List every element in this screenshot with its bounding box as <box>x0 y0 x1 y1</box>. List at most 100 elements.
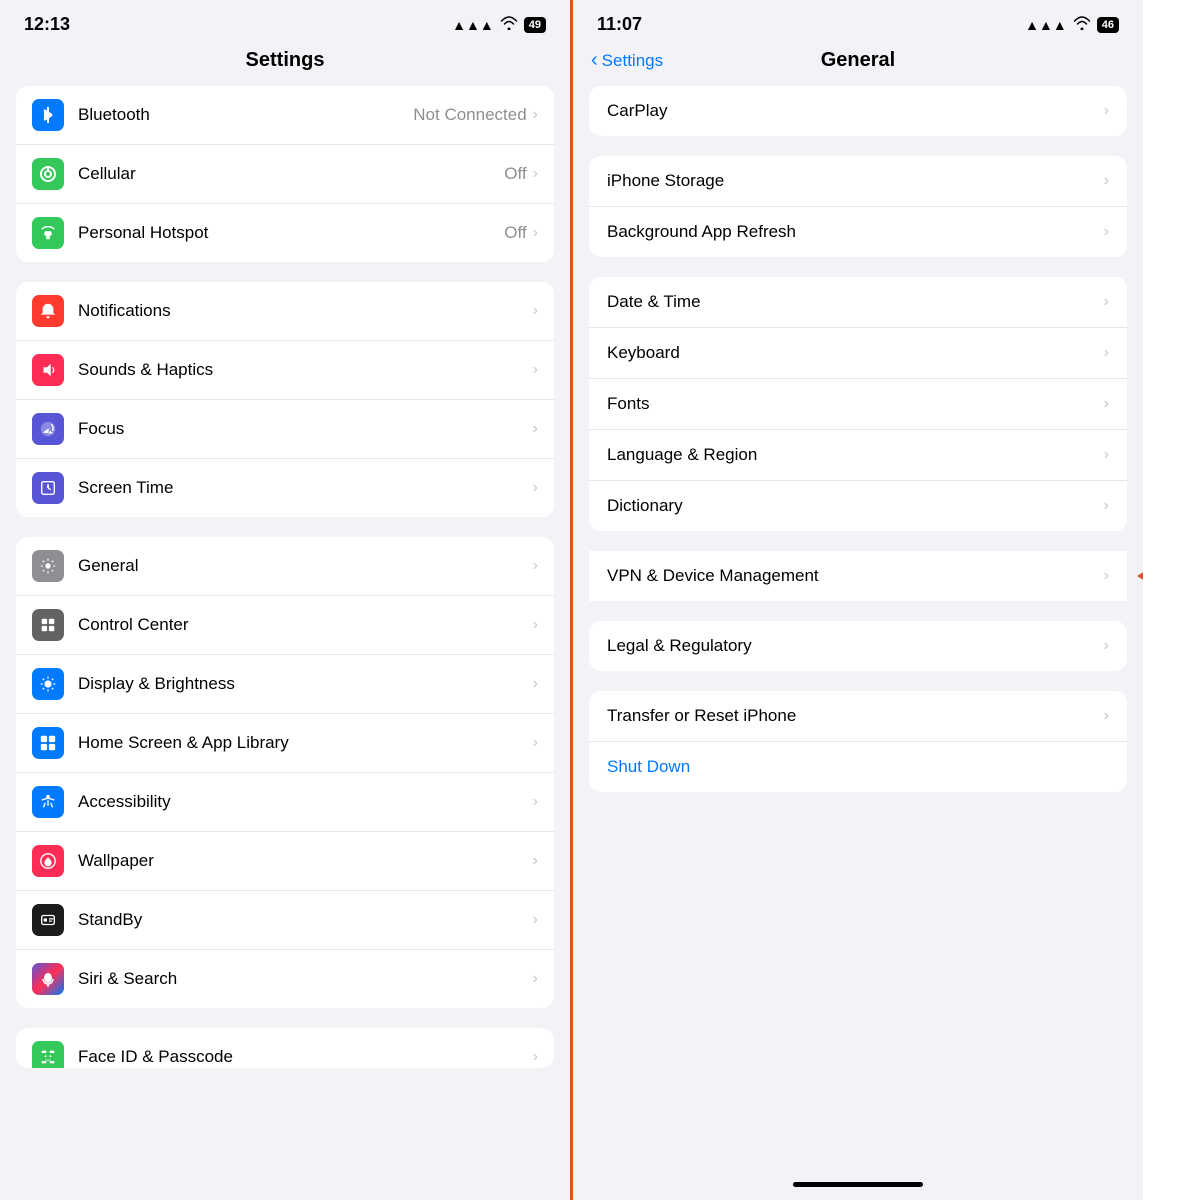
legal-row[interactable]: Legal & Regulatory › <box>589 621 1127 671</box>
locale-card: Date & Time › Keyboard › Fonts › Languag… <box>589 277 1127 531</box>
display-chevron: › <box>533 675 538 693</box>
siri-label: Siri & Search <box>78 969 533 989</box>
siri-row[interactable]: Siri & Search › <box>16 950 554 1008</box>
left-time: 12:13 <box>24 14 70 35</box>
datetime-row[interactable]: Date & Time › <box>589 277 1127 328</box>
back-chevron-icon: ‹ <box>591 49 598 72</box>
locale-group: Date & Time › Keyboard › Fonts › Languag… <box>589 277 1127 531</box>
storage-card: iPhone Storage › Background App Refresh … <box>589 156 1127 257</box>
carplay-label: CarPlay <box>607 101 1104 121</box>
accessibility-icon <box>32 786 64 818</box>
standby-icon <box>32 904 64 936</box>
storage-group: iPhone Storage › Background App Refresh … <box>589 156 1127 257</box>
vpn-card: VPN & Device Management › <box>589 551 1127 601</box>
screentime-label: Screen Time <box>78 478 533 498</box>
standby-chevron: › <box>533 911 538 929</box>
bluetooth-chevron: › <box>533 106 538 124</box>
homescreen-label: Home Screen & App Library <box>78 733 533 753</box>
bluetooth-value: Not Connected <box>413 105 526 125</box>
general-row[interactable]: General › <box>16 537 554 596</box>
bluetooth-row[interactable]: Bluetooth Not Connected › <box>16 86 554 145</box>
alerts-group: Notifications › Sounds & Haptics › <box>16 282 554 517</box>
faceid-chevron: › <box>533 1048 538 1066</box>
hotspot-row[interactable]: Personal Hotspot Off › <box>16 204 554 262</box>
transfer-row[interactable]: Transfer or Reset iPhone › <box>589 691 1127 742</box>
accessibility-row[interactable]: Accessibility › <box>16 773 554 832</box>
faceid-label: Face ID & Passcode <box>78 1047 533 1067</box>
notifications-row[interactable]: Notifications › <box>16 282 554 341</box>
cellular-value: Off <box>504 164 526 184</box>
carplay-chevron: › <box>1104 102 1109 120</box>
left-status-bar: 12:13 ▲▲▲ 49 <box>0 0 570 43</box>
focus-label: Focus <box>78 419 533 439</box>
right-status-icons: ▲▲▲ 46 <box>1025 16 1119 33</box>
vpn-row[interactable]: VPN & Device Management › <box>589 551 1127 601</box>
dictionary-row[interactable]: Dictionary › <box>589 481 1127 531</box>
right-signal-icon: ▲▲▲ <box>1025 17 1067 33</box>
wallpaper-chevron: › <box>533 852 538 870</box>
cellular-icon <box>32 158 64 190</box>
notifications-label: Notifications <box>78 301 533 321</box>
vpn-group: VPN & Device Management › <box>589 551 1127 601</box>
reset-card: Transfer or Reset iPhone › Shut Down <box>589 691 1127 792</box>
display-icon <box>32 668 64 700</box>
sounds-icon <box>32 354 64 386</box>
signal-icon: ▲▲▲ <box>452 17 494 33</box>
faceid-group: Face ID & Passcode › <box>16 1028 554 1068</box>
controlcenter-chevron: › <box>533 616 538 634</box>
homescreen-row[interactable]: Home Screen & App Library › <box>16 714 554 773</box>
general-chevron: › <box>533 557 538 575</box>
bluetooth-icon <box>32 99 64 131</box>
connectivity-card: Bluetooth Not Connected › Cellular Off <box>16 86 554 262</box>
faceid-row[interactable]: Face ID & Passcode › <box>16 1028 554 1068</box>
fonts-label: Fonts <box>607 394 1104 414</box>
left-panel: 12:13 ▲▲▲ 49 Settings <box>0 0 570 1200</box>
sounds-row[interactable]: Sounds & Haptics › <box>16 341 554 400</box>
fonts-row[interactable]: Fonts › <box>589 379 1127 430</box>
datetime-label: Date & Time <box>607 292 1104 312</box>
focus-icon <box>32 413 64 445</box>
focus-row[interactable]: Focus › <box>16 400 554 459</box>
right-panel: 11:07 ▲▲▲ 46 ‹ Settings General <box>573 0 1143 1200</box>
language-chevron: › <box>1104 446 1109 464</box>
notifications-icon <box>32 295 64 327</box>
carplay-row[interactable]: CarPlay › <box>589 86 1127 136</box>
shutdown-row[interactable]: Shut Down <box>589 742 1127 792</box>
right-nav-header: ‹ Settings General <box>573 43 1143 86</box>
cellular-row[interactable]: Cellular Off › <box>16 145 554 204</box>
display-label: Display & Brightness <box>78 674 533 694</box>
iphone-storage-row[interactable]: iPhone Storage › <box>589 156 1127 207</box>
connectivity-group: Bluetooth Not Connected › Cellular Off <box>16 86 554 262</box>
right-scroll-area[interactable]: CarPlay › iPhone Storage › Background Ap… <box>573 86 1143 1168</box>
hotspot-icon <box>32 217 64 249</box>
wifi-icon <box>500 16 518 33</box>
transfer-label: Transfer or Reset iPhone <box>607 706 1104 726</box>
keyboard-chevron: › <box>1104 344 1109 362</box>
cellular-label: Cellular <box>78 164 504 184</box>
screentime-row[interactable]: Screen Time › <box>16 459 554 517</box>
keyboard-row[interactable]: Keyboard › <box>589 328 1127 379</box>
faceid-card: Face ID & Passcode › <box>16 1028 554 1068</box>
back-button[interactable]: ‹ Settings <box>591 49 663 72</box>
standby-row[interactable]: StandBy › <box>16 891 554 950</box>
back-label: Settings <box>602 51 663 71</box>
system-card: General › <box>16 537 554 1008</box>
vpn-chevron: › <box>1104 567 1109 585</box>
wallpaper-row[interactable]: Wallpaper › <box>16 832 554 891</box>
fonts-chevron: › <box>1104 395 1109 413</box>
siri-icon <box>32 963 64 995</box>
vpn-arrow-annotation <box>1137 552 1143 600</box>
wallpaper-icon <box>32 845 64 877</box>
controlcenter-row[interactable]: Control Center › <box>16 596 554 655</box>
left-nav-header: Settings <box>0 43 570 86</box>
display-row[interactable]: Display & Brightness › <box>16 655 554 714</box>
language-row[interactable]: Language & Region › <box>589 430 1127 481</box>
alerts-card: Notifications › Sounds & Haptics › <box>16 282 554 517</box>
bg-refresh-row[interactable]: Background App Refresh › <box>589 207 1127 257</box>
accessibility-label: Accessibility <box>78 792 533 812</box>
left-scroll-area[interactable]: Bluetooth Not Connected › Cellular Off <box>0 86 570 1200</box>
right-status-bar: 11:07 ▲▲▲ 46 <box>573 0 1143 43</box>
iphone-storage-label: iPhone Storage <box>607 171 1104 191</box>
keyboard-label: Keyboard <box>607 343 1104 363</box>
hotspot-label: Personal Hotspot <box>78 223 504 243</box>
